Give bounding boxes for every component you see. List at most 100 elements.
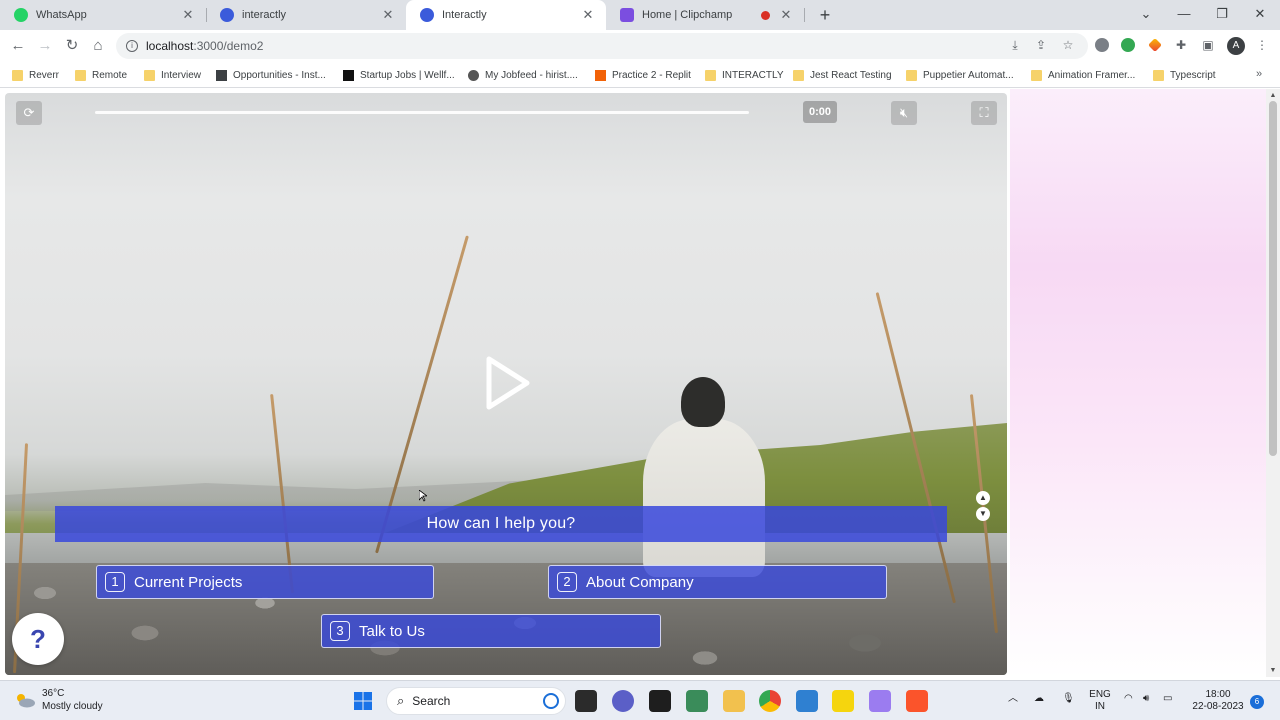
install-app-icon[interactable]: ⤓ — [1006, 36, 1024, 54]
help-button[interactable]: ? — [12, 613, 64, 665]
bing-icon — [543, 693, 559, 709]
bookmark-item[interactable]: Typescript — [1153, 68, 1216, 82]
onedrive-icon[interactable]: ☁ — [1034, 693, 1044, 705]
option-about-company[interactable]: 2 About Company — [548, 565, 887, 599]
task-view-icon[interactable] — [575, 690, 597, 712]
brave-icon[interactable] — [906, 690, 928, 712]
snipping-tool-icon[interactable] — [869, 690, 891, 712]
close-icon[interactable]: ✕ — [180, 7, 196, 23]
scroll-up-icon[interactable]: ▲ — [1269, 92, 1277, 99]
bookmark-item[interactable]: Opportunities - Inst... — [216, 68, 326, 82]
close-icon[interactable]: ✕ — [380, 7, 396, 23]
teams-chat-icon[interactable] — [612, 690, 634, 712]
url-text: localhost:3000/demo2 — [146, 39, 264, 53]
vscode-icon[interactable] — [796, 690, 818, 712]
tab-interactly-active[interactable]: Interactly ✕ — [406, 0, 606, 30]
volume-icon[interactable]: 🔊︎ — [1143, 693, 1149, 705]
weather-condition: Mostly cloudy — [42, 701, 103, 712]
menu-kebab-icon[interactable]: ⋮ — [1253, 36, 1271, 54]
bookmark-item[interactable]: Reverr — [12, 68, 59, 82]
plus-extension-icon[interactable] — [1121, 38, 1135, 52]
bookmark-item[interactable]: Interview — [144, 68, 201, 82]
battery-icon[interactable]: ▭ — [1163, 693, 1172, 705]
bookmarks-bar: Reverr Remote Interview Opportunities - … — [0, 62, 1280, 88]
mute-icon[interactable]: 🔇︎ — [891, 101, 917, 125]
clock[interactable]: 18:00 22-08-2023 — [1188, 689, 1248, 713]
bookmark-star-icon[interactable]: ☆ — [1059, 36, 1077, 54]
store-icon[interactable] — [686, 690, 708, 712]
option-label: About Company — [586, 573, 694, 591]
close-icon[interactable]: ✕ — [778, 7, 794, 23]
clipchamp-icon — [620, 8, 634, 22]
bookmark-item[interactable]: Jest React Testing — [793, 68, 892, 82]
ih-icon — [216, 69, 227, 81]
bookmark-item[interactable]: Startup Jobs | Wellf... — [343, 68, 455, 82]
tab-search-icon[interactable]: ⌄ — [1128, 0, 1164, 30]
bookmark-item[interactable]: Animation Framer... — [1031, 68, 1135, 82]
option-number: 2 — [557, 572, 577, 592]
video-time: 0:00 — [803, 101, 837, 123]
search-icon: ⌕ — [397, 693, 405, 708]
back-button[interactable]: ← — [8, 36, 28, 56]
tab-label: interactly — [242, 9, 287, 21]
option-number: 1 — [105, 572, 125, 592]
scroll-thumb[interactable] — [1269, 101, 1277, 456]
bookmark-item[interactable]: Remote — [75, 68, 127, 82]
pen-extension-icon[interactable] — [1148, 38, 1162, 52]
address-bar[interactable]: i localhost:3000/demo2 — [116, 33, 1088, 59]
file-explorer-icon[interactable] — [723, 690, 745, 712]
video-progress-bar[interactable] — [95, 111, 749, 114]
tab-clipchamp[interactable]: Home | Clipchamp ✕ — [606, 0, 804, 30]
replay-icon[interactable]: ⟳ — [16, 101, 42, 125]
interactive-video-player[interactable]: ⟳ 0:00 🔇︎ ⛶ How can I help you? ▲ ▼ 1 Cu… — [5, 93, 1007, 675]
tab-whatsapp[interactable]: WhatsApp ✕ — [0, 0, 206, 30]
option-number: 3 — [330, 621, 350, 641]
play-icon[interactable] — [483, 355, 533, 411]
home-button[interactable]: ⌂ — [88, 36, 108, 56]
sticky-notes-icon[interactable] — [832, 690, 854, 712]
bookmark-item[interactable]: Puppetier Automat... — [906, 68, 1014, 82]
profile-avatar[interactable]: A — [1227, 37, 1245, 55]
bookmark-item[interactable]: INTERACTLY — [705, 68, 784, 82]
scene-person — [633, 377, 773, 577]
share-icon[interactable]: ⇪ — [1032, 36, 1050, 54]
tray-chevron-up-icon[interactable]: ︿ — [1008, 693, 1018, 705]
folder-icon — [906, 69, 917, 81]
notification-badge[interactable]: 6 — [1250, 695, 1264, 709]
chrome-icon[interactable] — [759, 690, 781, 712]
side-panel-icon[interactable]: ▣ — [1199, 36, 1217, 54]
fullscreen-icon[interactable]: ⛶ — [971, 101, 997, 125]
window-close-button[interactable]: ✕ — [1242, 0, 1278, 30]
forward-button[interactable]: → — [35, 36, 55, 56]
terminal-icon[interactable] — [649, 690, 671, 712]
bookmark-item[interactable]: My Jobfeed - hirist.... — [468, 68, 578, 82]
tab-interactly[interactable]: interactly ✕ — [206, 0, 406, 30]
scroll-down-icon[interactable]: ▼ — [1269, 667, 1277, 674]
page-scrollbar[interactable]: ▲ ▼ — [1266, 89, 1280, 677]
minimize-button[interactable]: — — [1166, 0, 1202, 30]
windows-start-icon[interactable] — [352, 690, 374, 712]
mouse-cursor-icon — [419, 490, 427, 502]
microphone-icon[interactable]: 🎙︎ — [1062, 693, 1075, 705]
interactly-icon — [220, 8, 234, 22]
option-label: Talk to Us — [359, 622, 425, 640]
bug-extension-icon[interactable] — [1095, 38, 1109, 52]
reload-button[interactable]: ↻ — [62, 36, 82, 56]
option-talk-to-us[interactable]: 3 Talk to Us — [321, 614, 661, 648]
site-info-icon[interactable]: i — [126, 40, 138, 52]
language-indicator[interactable]: ENG IN — [1088, 689, 1112, 713]
side-gradient-panel — [1010, 89, 1266, 677]
cloudy-icon — [17, 694, 35, 708]
chevron-down-icon[interactable]: ▼ — [976, 507, 990, 521]
extensions-puzzle-icon[interactable]: ✚ — [1172, 36, 1190, 54]
weather-widget[interactable]: 36°C Mostly cloudy — [14, 687, 103, 713]
new-tab-button[interactable]: + — [814, 4, 836, 26]
bookmark-item[interactable]: Practice 2 - Replit — [595, 68, 691, 82]
restore-button[interactable]: ❐ — [1204, 0, 1240, 30]
wifi-icon[interactable]: ◠ — [1124, 693, 1133, 705]
taskbar-search[interactable]: ⌕ Search — [386, 687, 566, 715]
more-bookmarks-icon[interactable]: » — [1256, 68, 1262, 80]
option-current-projects[interactable]: 1 Current Projects — [96, 565, 434, 599]
chevron-up-icon[interactable]: ▲ — [976, 491, 990, 505]
close-icon[interactable]: ✕ — [580, 7, 596, 23]
